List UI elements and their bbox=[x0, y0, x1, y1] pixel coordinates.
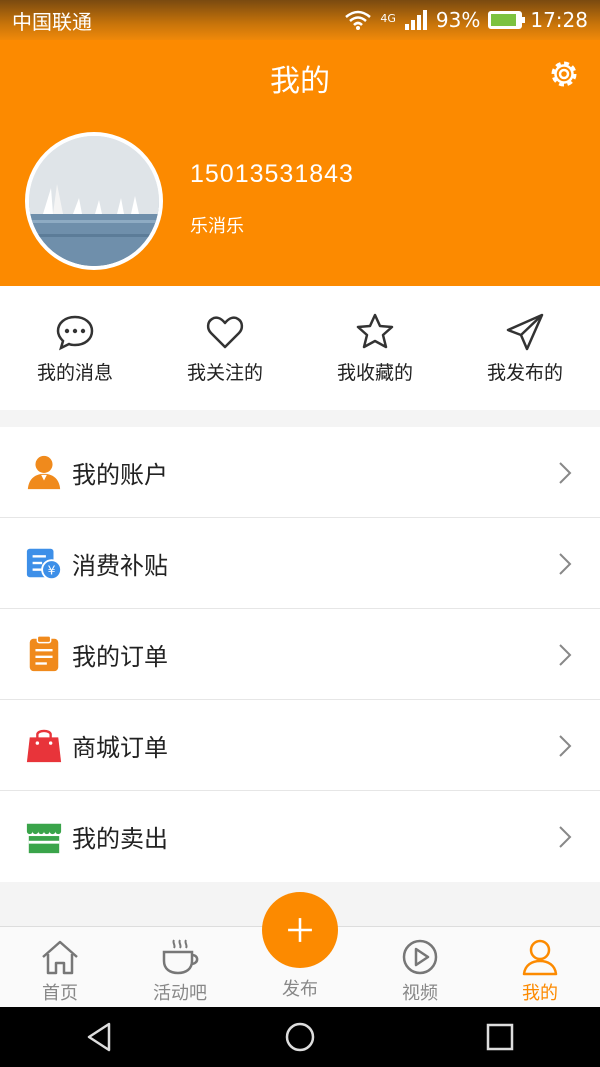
home-circle-icon[interactable] bbox=[283, 1020, 317, 1054]
menu-item-my-sales[interactable]: 我的卖出 bbox=[0, 791, 600, 882]
carrier-label: 中国联通 bbox=[12, 9, 92, 34]
status-indicators: 4G 93% 17:28 bbox=[344, 8, 588, 32]
menu-list: 我的账户 ¥ 消费补贴 我的订单 商城订单 我的卖出 bbox=[0, 427, 600, 882]
star-icon bbox=[356, 313, 394, 349]
heart-icon bbox=[206, 316, 244, 349]
my-follows-button[interactable]: 我关注的 bbox=[150, 286, 300, 410]
chevron-right-icon bbox=[559, 644, 572, 666]
home-icon bbox=[42, 940, 78, 975]
settings-button[interactable] bbox=[546, 56, 582, 92]
recents-icon[interactable] bbox=[483, 1020, 517, 1054]
person-icon bbox=[522, 939, 558, 976]
message-icon bbox=[56, 315, 94, 351]
menu-item-consumption-subsidy[interactable]: ¥ 消费补贴 bbox=[0, 518, 600, 609]
my-favorites-button[interactable]: 我收藏的 bbox=[300, 286, 450, 410]
plus-icon bbox=[288, 918, 312, 942]
clipboard-icon bbox=[24, 634, 64, 674]
coffee-icon bbox=[162, 939, 199, 975]
menu-label: 商城订单 bbox=[72, 733, 168, 762]
signal-icon bbox=[404, 10, 427, 30]
system-nav-bar bbox=[0, 1007, 600, 1067]
shop-icon bbox=[24, 817, 64, 857]
shopping-bag-icon bbox=[24, 725, 64, 765]
my-messages-button[interactable]: 我的消息 bbox=[0, 286, 150, 410]
my-posts-button[interactable]: 我发布的 bbox=[450, 286, 600, 410]
status-bar: 中国联通 4G 93% 17:28 bbox=[0, 0, 600, 40]
quick-actions: 我的消息 我关注的 我收藏的 我发布的 bbox=[0, 286, 600, 410]
battery-icon bbox=[488, 11, 526, 29]
tab-activities[interactable]: 活动吧 bbox=[120, 927, 240, 1007]
chevron-right-icon bbox=[559, 735, 572, 757]
menu-item-my-orders[interactable]: 我的订单 bbox=[0, 609, 600, 700]
subsidy-icon: ¥ bbox=[24, 543, 64, 583]
svg-text:¥: ¥ bbox=[48, 563, 56, 577]
publish-button[interactable] bbox=[262, 892, 338, 968]
clock: 17:28 bbox=[530, 8, 588, 32]
play-icon bbox=[402, 939, 438, 975]
page-title: 我的 bbox=[270, 64, 330, 99]
profile-header: 我的 15013531843 乐消乐 bbox=[0, 40, 600, 286]
qa-label: 我发布的 bbox=[486, 362, 563, 384]
tab-home[interactable]: 首页 bbox=[0, 927, 120, 1007]
avatar-image bbox=[29, 136, 159, 266]
qa-label: 我关注的 bbox=[186, 362, 263, 384]
user-phone: 15013531843 bbox=[190, 160, 354, 188]
menu-label: 我的账户 bbox=[72, 460, 168, 489]
chevron-right-icon bbox=[559, 462, 572, 484]
tab-mine[interactable]: 我的 bbox=[480, 927, 600, 1007]
network-type: 4G bbox=[380, 12, 396, 25]
user-icon bbox=[24, 452, 64, 492]
user-nickname: 乐消乐 bbox=[190, 216, 244, 237]
tab-label: 发布 bbox=[282, 979, 318, 1000]
tab-label: 视频 bbox=[402, 983, 438, 1004]
menu-label: 消费补贴 bbox=[72, 551, 168, 580]
avatar[interactable] bbox=[25, 132, 163, 270]
send-icon bbox=[506, 313, 544, 351]
qa-label: 我的消息 bbox=[36, 362, 113, 384]
menu-label: 我的卖出 bbox=[72, 825, 168, 853]
tab-label: 活动吧 bbox=[153, 983, 207, 1004]
tab-label: 我的 bbox=[522, 983, 558, 1004]
wifi-icon bbox=[345, 10, 372, 30]
battery-percent: 93% bbox=[435, 8, 481, 32]
gear-icon bbox=[551, 61, 577, 87]
chevron-right-icon bbox=[559, 553, 572, 575]
menu-item-mall-orders[interactable]: 商城订单 bbox=[0, 700, 600, 791]
menu-item-my-account[interactable]: 我的账户 bbox=[0, 427, 600, 518]
tab-video[interactable]: 视频 bbox=[360, 927, 480, 1007]
menu-label: 我的订单 bbox=[72, 642, 168, 671]
back-icon[interactable] bbox=[83, 1020, 117, 1054]
tab-label: 首页 bbox=[42, 983, 78, 1004]
chevron-right-icon bbox=[559, 826, 572, 848]
qa-label: 我收藏的 bbox=[336, 362, 413, 384]
